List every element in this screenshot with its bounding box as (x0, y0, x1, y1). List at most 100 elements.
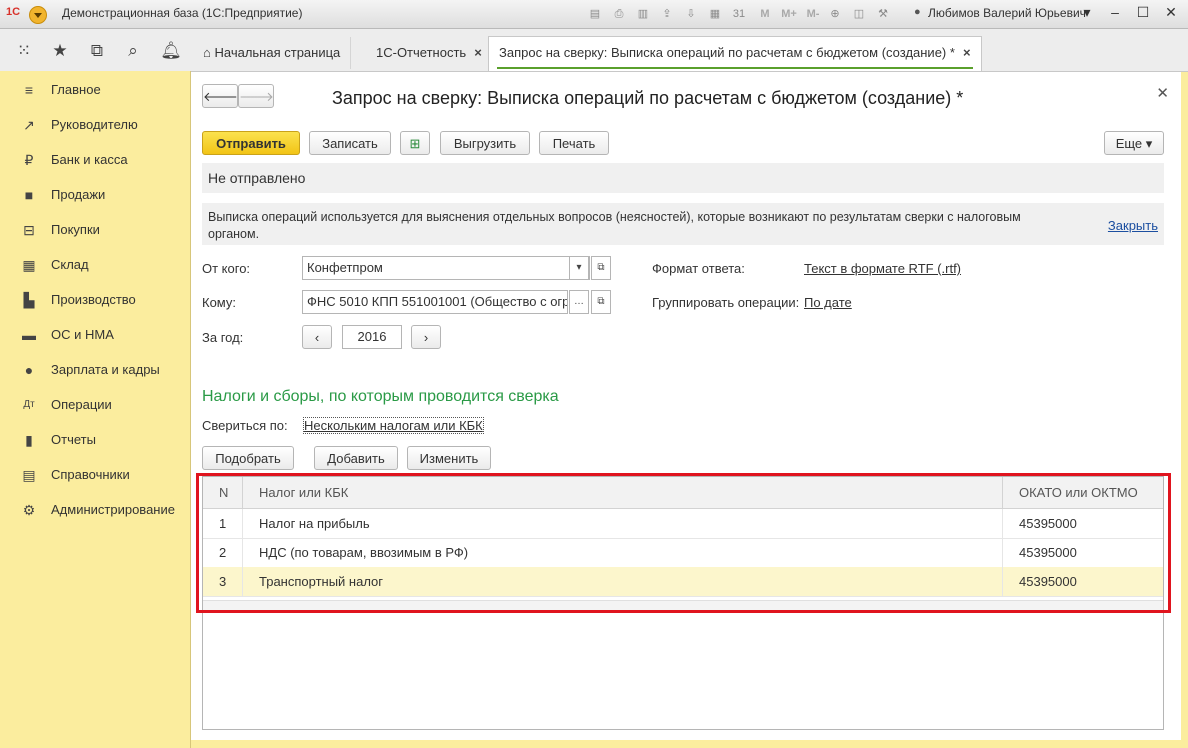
sidebar-item-warehouse[interactable]: ▦ Склад (0, 250, 190, 280)
horizontal-scrollbar[interactable] (203, 600, 1163, 611)
column-header-tax[interactable]: Налог или КБК (243, 477, 1003, 508)
dropdown-icon[interactable]: ▾ (569, 256, 589, 280)
cell-n: 2 (203, 538, 243, 567)
group-link[interactable]: По дате (804, 295, 852, 310)
cell-n: 3 (203, 567, 243, 596)
apps-grid-icon[interactable]: ⁙ (13, 40, 35, 62)
sidebar-item-bank[interactable]: ₽ Банк и касса (0, 145, 190, 175)
from-label: От кого: (202, 261, 251, 276)
factory-icon: ▙ (23, 292, 35, 308)
table-row[interactable]: 1 Налог на прибыль 45395000 (203, 509, 1163, 539)
from-field[interactable]: Конфетпром (302, 256, 590, 280)
year-label: За год: (202, 330, 244, 345)
bell-icon[interactable]: 🔔︎ (160, 40, 182, 62)
minimize-icon[interactable]: – (1106, 4, 1124, 21)
close-form-icon[interactable]: ✕ (1156, 84, 1169, 102)
tools-icon[interactable]: ⚒ (874, 5, 892, 23)
tab-1c-reporting[interactable]: 1С-Отчетность × (366, 37, 493, 69)
table-row[interactable]: 2 НДС (по товарам, ввозимым в РФ) 453950… (203, 538, 1163, 568)
sidebar: ≡ Главное ↗ Руководителю ₽ Банк и касса ■ Пр… (0, 71, 191, 748)
table-header: N Налог или КБК ОКАТО или ОКТМО (203, 477, 1163, 509)
sidebar-item-purchases[interactable]: ⊟ Покупки (0, 215, 190, 245)
open-icon[interactable]: ⧉ (591, 256, 611, 280)
person-icon: ● (24, 362, 34, 378)
options-icon[interactable]: ▾ (1078, 4, 1096, 21)
close-info-link[interactable]: Закрыть (1108, 217, 1158, 234)
user-name[interactable]: Любимов Валерий Юрьевич (928, 6, 1086, 20)
info-panel: Выписка операций используется для выясне… (202, 203, 1164, 245)
tab-label: Начальная страница (214, 45, 341, 60)
tab-bar: ⁙ ★ ⧉ ⌕ 🔔︎ ⌂ Начальная страница 1С-Отчет… (0, 29, 1188, 72)
m-icon[interactable]: M (754, 5, 776, 23)
select-icon[interactable]: … (569, 290, 589, 314)
cell-okato: 45395000 (1019, 516, 1077, 531)
export-button[interactable]: Выгрузить (440, 131, 530, 155)
form-area: 🡐 🡒 Запрос на сверку: Выписка операций п… (191, 72, 1181, 740)
group-label: Группировать операции: (652, 295, 800, 310)
format-label: Формат ответа: (652, 261, 745, 276)
maximize-icon[interactable]: ☐ (1134, 4, 1152, 21)
back-button[interactable]: 🡐 (202, 84, 238, 108)
1c-logo-icon: 1С (6, 6, 21, 18)
sidebar-item-production[interactable]: ▙ Производство (0, 285, 190, 315)
open-icon[interactable]: ⧉ (591, 290, 611, 314)
edit-button[interactable]: Изменить (407, 446, 491, 470)
send-button[interactable]: Отправить (202, 131, 300, 155)
print-button[interactable]: Печать (539, 131, 609, 155)
history-icon[interactable]: ⧉ (86, 40, 108, 62)
year-field[interactable]: 2016 (342, 325, 402, 349)
preview-icon[interactable]: ▥ (634, 5, 652, 23)
prev-year-button[interactable]: ‹ (302, 325, 332, 349)
calendar-icon[interactable]: 31 (730, 5, 748, 23)
close-tab-icon[interactable]: × (474, 45, 482, 60)
tab-home[interactable]: ⌂ Начальная страница (193, 37, 352, 69)
sidebar-item-main[interactable]: ≡ Главное (0, 75, 190, 105)
table-row-selected[interactable]: 3 Транспортный налог 45395000 (203, 567, 1163, 597)
cell-okato: 45395000 (1019, 574, 1077, 589)
next-year-button[interactable]: › (411, 325, 441, 349)
zoom-icon[interactable]: ⊕ (826, 5, 844, 23)
column-header-n[interactable]: N (203, 477, 243, 508)
save-button[interactable]: Записать (309, 131, 391, 155)
taxes-table[interactable]: N Налог или КБК ОКАТО или ОКТМО 1 Налог … (202, 476, 1164, 730)
add-file-icon[interactable]: ⊞ (400, 131, 430, 155)
reconcile-link[interactable]: Нескольким налогам или КБК (303, 417, 484, 434)
pick-button[interactable]: Подобрать (202, 446, 294, 470)
tab-reconciliation-request[interactable]: Запрос на сверку: Выписка операций по ра… (488, 36, 982, 71)
close-window-icon[interactable]: ✕ (1162, 4, 1180, 21)
sidebar-item-directories[interactable]: ▤ Справочники (0, 460, 190, 490)
m-plus-icon[interactable]: M+ (778, 5, 800, 23)
sidebar-item-sales[interactable]: ■ Продажи (0, 180, 190, 210)
ruble-icon: ₽ (24, 152, 34, 168)
home-icon: ⌂ (203, 45, 211, 60)
close-tab-icon[interactable]: × (963, 45, 971, 60)
calculator-icon[interactable]: ▦ (706, 5, 724, 23)
title-toolbar: ▤ ⎙ ▥ ⇪ ⇩ ▦ 31 M M+ M- ⊕ ◫ ⚒ (586, 5, 898, 23)
search-icon[interactable]: ⌕ (122, 40, 144, 62)
truck-icon: ▬ (22, 327, 36, 343)
save-icon[interactable]: ▤ (586, 5, 604, 23)
add-button[interactable]: Добавить (314, 446, 398, 470)
to-field[interactable]: ФНС 5010 КПП 551001001 (Общество с огран… (302, 290, 568, 314)
sidebar-item-director[interactable]: ↗ Руководителю (0, 110, 190, 140)
panel-icon[interactable]: ◫ (850, 5, 868, 23)
dt-kt-icon: Дт (23, 399, 35, 410)
sidebar-item-payroll[interactable]: ● Зарплата и кадры (0, 355, 190, 385)
gear-icon: ⚙ (22, 502, 36, 518)
sidebar-item-operations[interactable]: Дт Операции (0, 390, 190, 420)
more-button[interactable]: Еще ▾ (1104, 131, 1164, 155)
star-icon[interactable]: ★ (49, 40, 71, 62)
print-icon[interactable]: ⎙ (610, 5, 628, 23)
download-icon[interactable]: ⇩ (682, 5, 700, 23)
m-minus-icon[interactable]: M- (802, 5, 824, 23)
sidebar-item-admin[interactable]: ⚙ Администрирование (0, 495, 190, 525)
window-title: Демонстрационная база (1С:Предприятие) (62, 6, 303, 20)
sidebar-item-reports[interactable]: ▮ Отчеты (0, 425, 190, 455)
column-header-okato[interactable]: ОКАТО или ОКТМО (1003, 477, 1163, 508)
format-link[interactable]: Текст в формате RTF (.rtf) (804, 261, 961, 276)
sidebar-item-fixed-assets[interactable]: ▬ ОС и НМА (0, 320, 190, 350)
cell-tax: Транспортный налог (243, 567, 1003, 596)
forward-button[interactable]: 🡒 (238, 84, 274, 108)
main-menu-icon[interactable] (29, 6, 47, 24)
upload-icon[interactable]: ⇪ (658, 5, 676, 23)
